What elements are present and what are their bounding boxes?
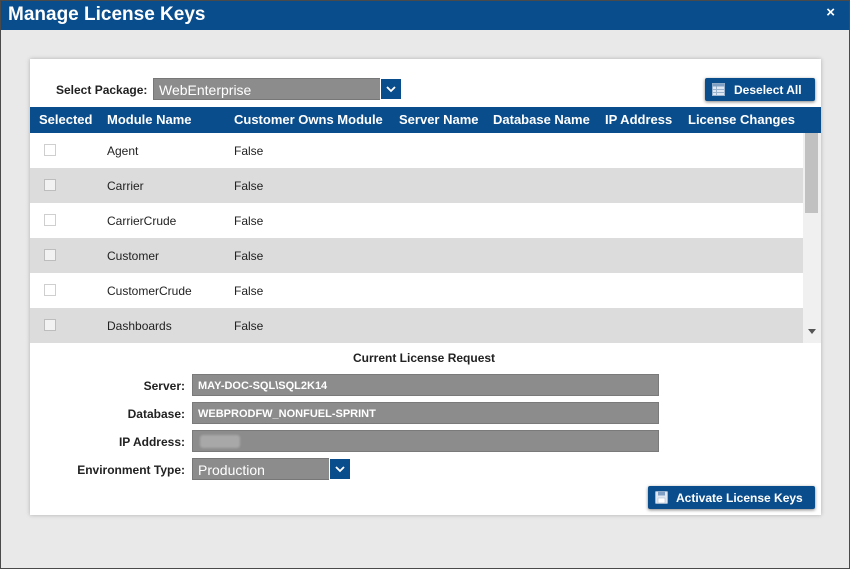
owns-module-cell: False xyxy=(234,214,264,228)
main-panel: Select Package: WebEnterprise Deselect A… xyxy=(30,59,821,515)
col-selected[interactable]: Selected xyxy=(39,112,92,127)
request-title: Current License Request xyxy=(353,351,496,365)
table-row[interactable]: Agent False xyxy=(30,133,803,168)
close-icon[interactable]: × xyxy=(826,4,835,21)
ip-address-label: IP Address: xyxy=(118,435,185,449)
module-name-cell: CarrierCrude xyxy=(107,214,177,228)
row-checkbox[interactable] xyxy=(44,249,56,261)
database-value: WEBPRODFW_NONFUEL-SPRINT xyxy=(198,408,376,420)
package-select-value: WebEnterprise xyxy=(159,82,252,98)
row-checkbox[interactable] xyxy=(44,179,56,191)
col-database-name[interactable]: Database Name xyxy=(493,112,590,127)
save-icon xyxy=(655,491,668,507)
col-customer-owns[interactable]: Customer Owns Module xyxy=(234,112,383,127)
owns-module-cell: False xyxy=(234,284,264,298)
row-checkbox[interactable] xyxy=(44,284,56,296)
col-server-name[interactable]: Server Name xyxy=(399,112,479,127)
scrollbar-thumb[interactable] xyxy=(805,133,818,213)
deselect-all-label: Deselect All xyxy=(734,83,802,97)
row-checkbox[interactable] xyxy=(44,144,56,156)
dialog-title: Manage License Keys xyxy=(8,4,206,25)
module-name-cell: Carrier xyxy=(107,179,144,193)
table-row[interactable]: CustomerCrude False xyxy=(30,273,803,308)
environment-select[interactable]: Production xyxy=(192,458,351,480)
environment-value: Production xyxy=(198,462,265,478)
table-row[interactable]: Customer False xyxy=(30,238,803,273)
table-body: Agent False Carrier False CarrierCrude F… xyxy=(30,133,803,343)
table-scrollbar[interactable] xyxy=(803,133,821,343)
col-module-name[interactable]: Module Name xyxy=(107,112,192,127)
module-name-cell: Dashboards xyxy=(107,319,172,333)
table-row[interactable]: Dashboards False xyxy=(30,308,803,343)
owns-module-cell: False xyxy=(234,144,264,158)
module-name-cell: Agent xyxy=(107,144,139,158)
table-row[interactable]: Carrier False xyxy=(30,168,803,203)
arrow-down-icon[interactable] xyxy=(808,321,816,339)
row-checkbox[interactable] xyxy=(44,319,56,331)
chevron-down-icon[interactable] xyxy=(380,78,402,100)
chevron-down-icon[interactable] xyxy=(329,458,351,480)
license-keys-dialog: Manage License Keys × Select Package: We… xyxy=(0,0,850,569)
table-header: Selected Module Name Customer Owns Modul… xyxy=(30,107,821,133)
row-checkbox[interactable] xyxy=(44,214,56,226)
environment-label: Environment Type: xyxy=(77,463,185,477)
redacted-ip xyxy=(200,435,240,448)
server-label: Server: xyxy=(143,379,185,393)
package-select[interactable]: WebEnterprise xyxy=(153,78,402,100)
ip-address-field[interactable] xyxy=(192,430,659,452)
table-row[interactable]: CarrierCrude False xyxy=(30,203,803,238)
owns-module-cell: False xyxy=(234,249,264,263)
activate-license-keys-button[interactable]: Activate License Keys xyxy=(648,486,815,509)
title-bar: Manage License Keys × xyxy=(1,1,849,30)
deselect-all-button[interactable]: Deselect All xyxy=(705,78,815,101)
database-field[interactable]: WEBPRODFW_NONFUEL-SPRINT xyxy=(192,402,659,424)
server-value: MAY-DOC-SQL\SQL2K14 xyxy=(198,380,328,392)
activate-label: Activate License Keys xyxy=(676,491,803,505)
package-label: Select Package: xyxy=(56,83,148,97)
owns-module-cell: False xyxy=(234,179,264,193)
col-ip-address[interactable]: IP Address xyxy=(605,112,672,127)
col-license-changes[interactable]: License Changes xyxy=(688,112,795,127)
database-label: Database: xyxy=(127,407,185,421)
module-name-cell: CustomerCrude xyxy=(107,284,192,298)
module-name-cell: Customer xyxy=(107,249,160,263)
server-field[interactable]: MAY-DOC-SQL\SQL2K14 xyxy=(192,374,659,396)
grid-icon xyxy=(712,83,725,99)
owns-module-cell: False xyxy=(234,319,264,333)
